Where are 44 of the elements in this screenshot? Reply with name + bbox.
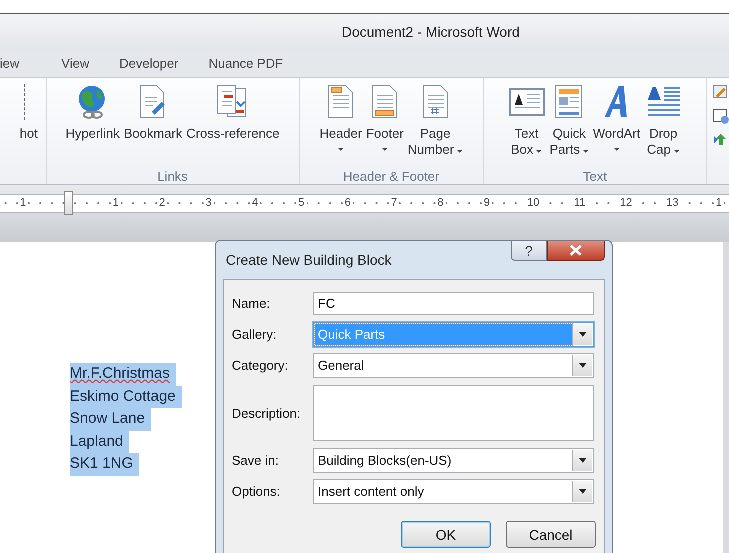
- group-label: Links: [158, 169, 188, 184]
- field-label: Options:: [232, 484, 282, 499]
- field-label: Gallery:: [232, 327, 278, 342]
- page-icon: [370, 84, 400, 120]
- dropdown-field[interactable]: General: [313, 353, 594, 378]
- ribbon-button[interactable]: Text Box: [506, 84, 548, 169]
- group-label: Text: [583, 169, 608, 184]
- ribbon-button[interactable]: Page Number: [406, 84, 466, 169]
- ribbon-button[interactable]: Cross-reference: [184, 84, 282, 169]
- ribbon-button[interactable]: Bookmark: [122, 84, 185, 169]
- field-label: Save in:: [232, 453, 280, 468]
- ribbon-tab[interactable]: iew: [0, 56, 20, 71]
- ribbon-tab[interactable]: Developer: [115, 56, 179, 71]
- ribbon-button[interactable]: Drop Cap: [642, 84, 685, 169]
- field-label: Description:: [232, 406, 302, 420]
- description-field[interactable]: [313, 385, 594, 441]
- ribbon-tab[interactable]: Nuance PDF: [204, 56, 284, 71]
- ribbon-tab[interactable]: View: [58, 56, 90, 71]
- help-button[interactable]: ?: [511, 241, 547, 261]
- ribbon-button[interactable]: hot: [18, 84, 46, 170]
- close-icon: [570, 245, 582, 256]
- window-title: Document2 - Microsoft Word: [342, 24, 520, 40]
- field-label: Name:: [232, 296, 272, 311]
- dropdown-field[interactable]: Insert content only: [313, 479, 594, 504]
- dialog-button[interactable]: OK: [401, 521, 491, 548]
- ribbon-button[interactable]: Hyperlink: [64, 84, 122, 169]
- page-icon: [326, 84, 356, 120]
- name-field[interactable]: FC: [313, 292, 594, 315]
- ribbon-button[interactable]: Footer: [364, 84, 406, 169]
- ribbon-button[interactable]: Header: [318, 84, 364, 169]
- dropdown-field[interactable]: Building Blocks(en-US): [313, 448, 594, 473]
- ribbon-button[interactable]: WordArt: [591, 84, 643, 169]
- signature-icon[interactable]: [713, 84, 729, 100]
- ruler[interactable]: 1 1 2 3 4 5 6 7 8 9 10 11 12 13 1: [0, 194, 729, 213]
- layout-icon: [553, 84, 586, 120]
- field-label: Category:: [232, 358, 290, 373]
- ribbon-button[interactable]: Quick Parts: [548, 84, 592, 169]
- close-button[interactable]: [547, 241, 605, 261]
- indent-marker-icon[interactable]: [64, 191, 73, 215]
- object-icon[interactable]: [713, 132, 729, 148]
- page-icon: [420, 84, 451, 120]
- dialog-title: Create New Building Block: [225, 252, 392, 268]
- dialog-button[interactable]: Cancel: [506, 521, 596, 548]
- group-label: Header & Footer: [343, 169, 440, 184]
